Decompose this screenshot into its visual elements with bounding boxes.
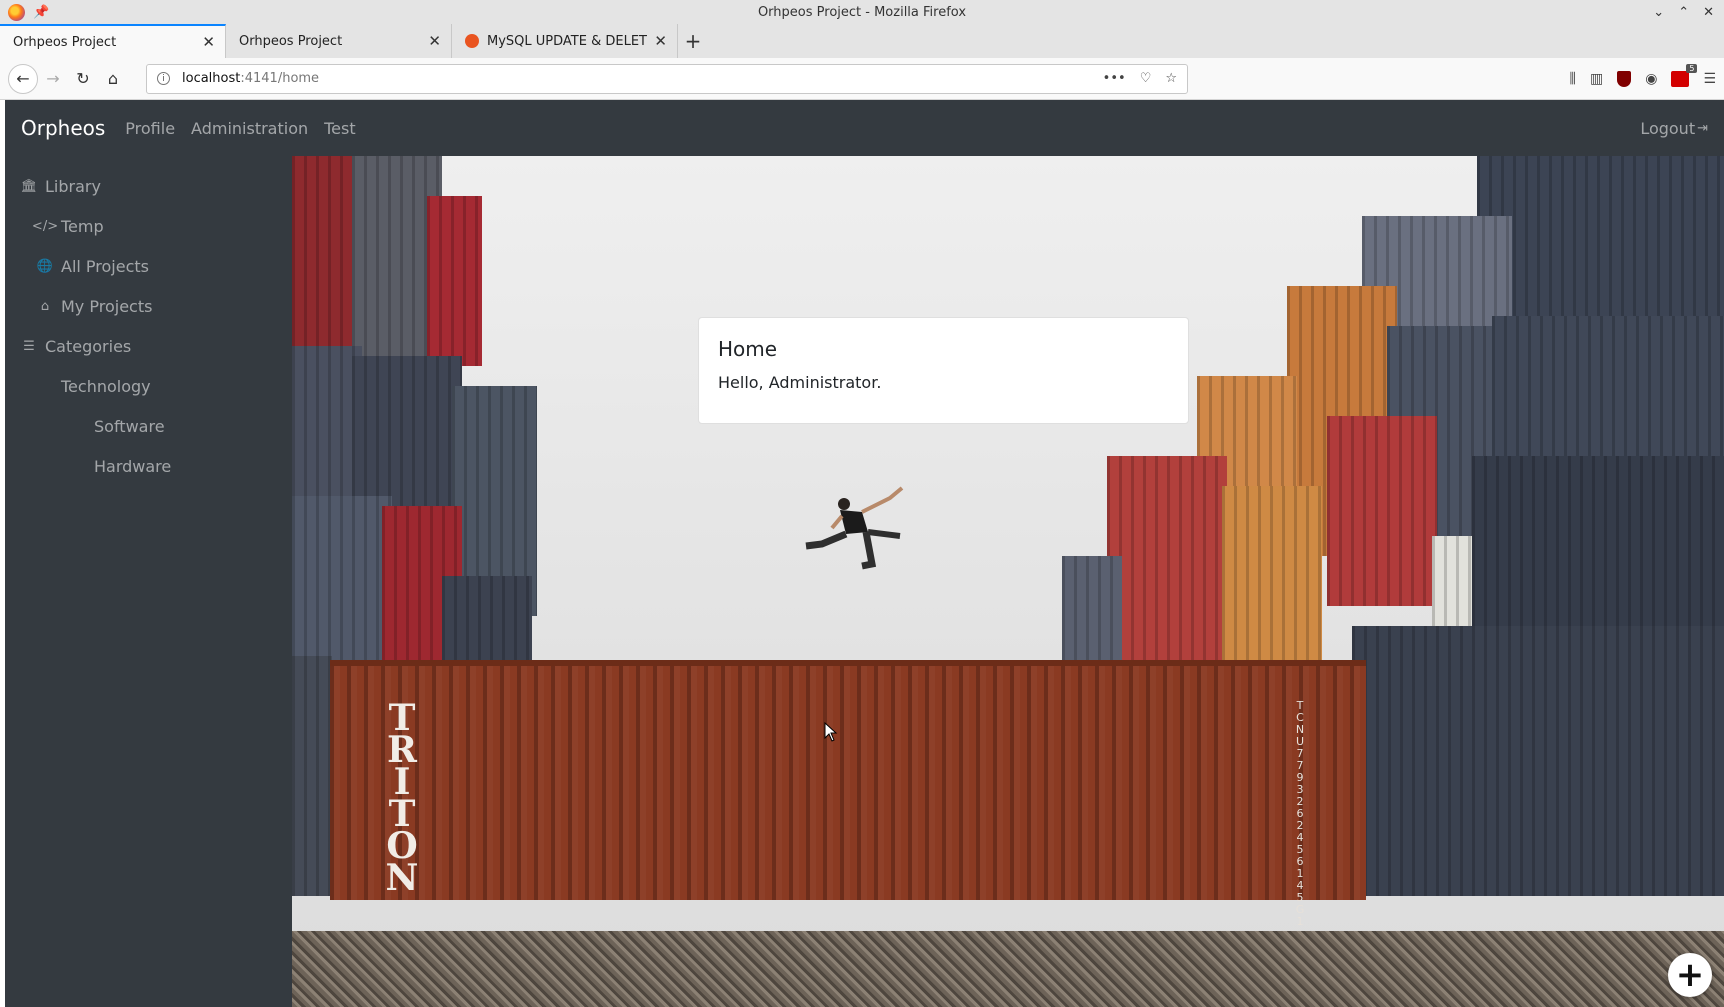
jumping-person-figure — [805, 486, 904, 570]
close-window-icon[interactable]: ✕ — [1703, 5, 1714, 20]
globe-icon: 🌐 — [36, 258, 54, 274]
card-title: Home — [718, 337, 778, 361]
tab-title: MySQL UPDATE & DELETE — [487, 33, 649, 49]
sidebar-item-label: Technology — [61, 376, 151, 396]
page-actions-icon[interactable]: ••• — [1103, 71, 1126, 86]
sidebar-item-label: Categories — [45, 336, 132, 356]
gravel-ground — [292, 931, 1724, 1007]
close-tab-icon[interactable]: ✕ — [202, 33, 215, 51]
back-button[interactable]: ← — [8, 63, 38, 94]
window-title: Orhpeos Project - Mozilla Firefox — [757, 4, 967, 20]
sidebar-item-categories[interactable]: ☰ Categories — [5, 326, 292, 366]
extension-badge: 5 — [1686, 63, 1698, 73]
ubuntu-favicon-icon — [465, 34, 479, 48]
list-icon: ☰ — [23, 338, 35, 354]
sidebar-item-technology[interactable]: Technology — [5, 366, 292, 406]
nav-link-profile[interactable]: Profile — [125, 119, 175, 138]
sidebar: 🏛 Library </> Temp 🌐 All Projects ⌂ My P… — [5, 156, 292, 1007]
bookmark-star-icon[interactable]: ☆ — [1165, 71, 1177, 86]
tab-orhpeos-2[interactable]: Orhpeos Project ✕ — [226, 24, 452, 58]
brand-link[interactable]: Orpheos — [21, 116, 105, 140]
reload-button[interactable]: ↻ — [68, 64, 98, 94]
sidebar-item-label: My Projects — [61, 296, 153, 316]
sidebar-item-label: All Projects — [61, 256, 149, 276]
url-path: :4141/home — [240, 71, 320, 86]
home-card: Home Hello, Administrator. — [698, 317, 1189, 424]
url-bar[interactable]: i localhost:4141/home ••• ♡ ☆ — [146, 63, 1188, 94]
tab-orhpeos-1[interactable]: Orhpeos Project ✕ — [0, 24, 226, 58]
library-icon[interactable]: ⫼ — [1570, 71, 1576, 87]
tab-mysql[interactable]: MySQL UPDATE & DELETE ✕ — [452, 24, 678, 58]
plus-icon: + — [1675, 955, 1705, 995]
forward-button[interactable]: → — [38, 64, 68, 94]
maximize-icon[interactable]: ⌃ — [1678, 5, 1689, 20]
sidebar-item-label: Hardware — [94, 456, 172, 476]
close-tab-icon[interactable]: ✕ — [654, 32, 667, 50]
card-text: Hello, Administrator. — [718, 373, 882, 392]
sidebar-toggle-icon[interactable]: ▥ — [1590, 71, 1603, 87]
sidebar-item-label: Library — [45, 176, 101, 196]
extension-icon[interactable]: 5 — [1671, 63, 1698, 87]
mouse-cursor-icon — [824, 722, 838, 742]
container-code-text: TCNU7793262456145G1 — [1295, 699, 1305, 928]
sidebar-item-label: Software — [94, 416, 165, 436]
hero-background-image: TRITON TCNU7793262456145G1 Home Hello, A… — [292, 156, 1724, 1007]
nav-link-administration[interactable]: Administration — [191, 119, 308, 138]
add-button[interactable]: + — [1668, 953, 1712, 997]
bank-icon: 🏛 — [20, 178, 38, 194]
sidebar-item-hardware[interactable]: Hardware — [5, 446, 292, 486]
info-icon[interactable]: i — [157, 72, 170, 85]
sidebar-item-temp[interactable]: </> Temp — [5, 206, 292, 246]
app-root: Orpheos Profile Administration Test Logo… — [5, 100, 1724, 1007]
logout-link[interactable]: Logout ⇥ — [1640, 119, 1708, 138]
firefox-logo-icon — [8, 3, 25, 21]
container-brand-text: TRITON — [385, 697, 419, 899]
app-navbar: Orpheos Profile Administration Test Logo… — [5, 100, 1724, 156]
account-icon[interactable]: ◉ — [1645, 71, 1657, 87]
pin-icon[interactable]: 📌 — [33, 5, 49, 20]
url-host: localhost — [182, 71, 241, 86]
nav-link-test[interactable]: Test — [324, 119, 356, 138]
sign-out-icon: ⇥ — [1697, 120, 1708, 136]
tab-title: Orhpeos Project — [239, 33, 343, 49]
sidebar-item-software[interactable]: Software — [5, 406, 292, 446]
ublock-shield-icon[interactable] — [1617, 70, 1632, 87]
close-tab-icon[interactable]: ✕ — [428, 32, 441, 50]
home-icon: ⌂ — [40, 298, 50, 314]
window-titlebar: 📌 Orhpeos Project - Mozilla Firefox ⌄ ⌃ … — [0, 0, 1724, 24]
hamburger-menu-icon[interactable]: ☰ — [1703, 71, 1716, 87]
minimize-icon[interactable]: ⌄ — [1653, 5, 1664, 20]
code-icon: </> — [31, 218, 59, 234]
red-shipping-container: TRITON TCNU7793262456145G1 — [330, 660, 1366, 928]
home-button[interactable]: ⌂ — [98, 64, 128, 94]
logout-label: Logout — [1640, 118, 1696, 138]
pocket-icon[interactable]: ♡ — [1140, 71, 1152, 86]
sidebar-item-label: Temp — [61, 216, 104, 236]
sidebar-item-library[interactable]: 🏛 Library — [5, 166, 292, 206]
tab-strip: Orhpeos Project ✕ Orhpeos Project ✕ MySQ… — [0, 24, 1724, 58]
new-tab-button[interactable]: + — [678, 24, 708, 58]
browser-toolbar: ← → ↻ ⌂ i localhost:4141/home ••• ♡ ☆ ⫼ … — [0, 58, 1724, 100]
sidebar-item-my-projects[interactable]: ⌂ My Projects — [5, 286, 292, 326]
tab-title: Orhpeos Project — [13, 34, 117, 50]
sidebar-item-all-projects[interactable]: 🌐 All Projects — [5, 246, 292, 286]
